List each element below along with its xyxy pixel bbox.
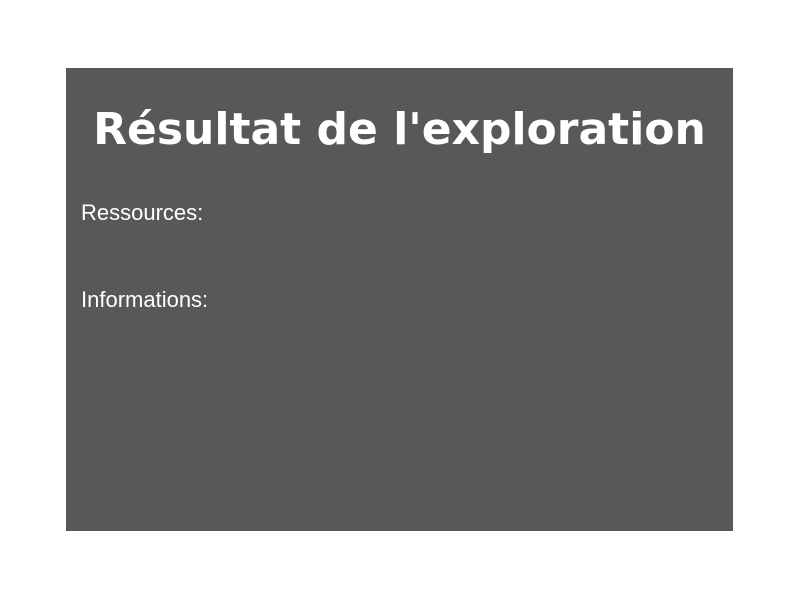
resources-section: Ressources:: [81, 200, 203, 246]
resources-list: [81, 226, 203, 246]
dialog-title: Résultat de l'exploration: [93, 104, 706, 155]
informations-section: Informations:: [81, 287, 208, 333]
resources-label: Ressources:: [81, 200, 204, 225]
exploration-result-dialog: Résultat de l'exploration Ressources: In…: [66, 68, 733, 531]
informations-list: [81, 313, 208, 333]
informations-label: Informations:: [81, 287, 209, 312]
